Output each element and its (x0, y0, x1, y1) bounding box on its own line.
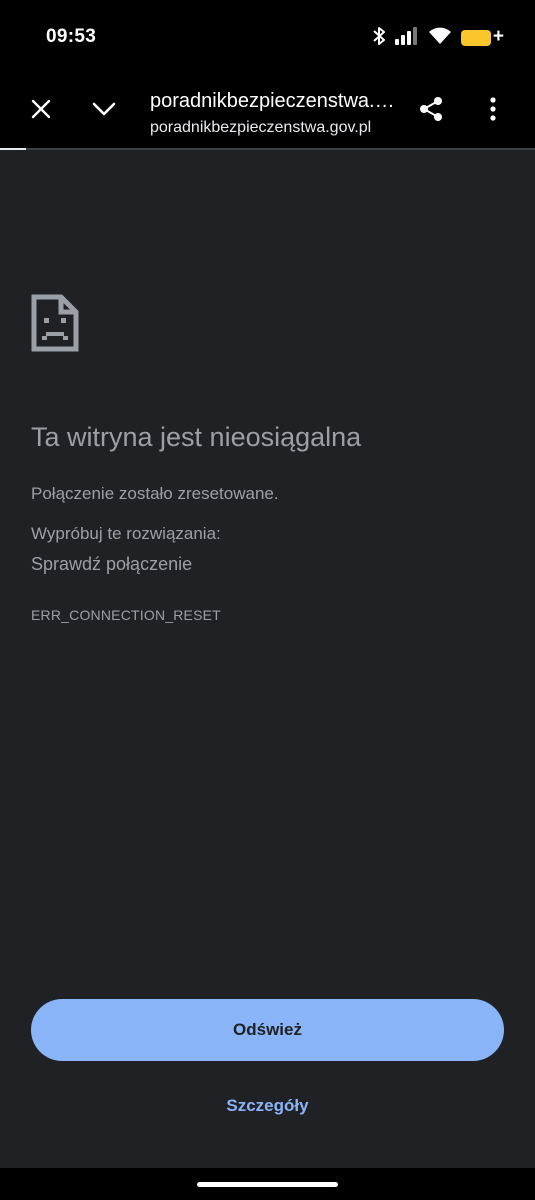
chevron-down-icon (92, 102, 116, 121)
share-button[interactable] (409, 89, 453, 133)
battery-icon: + (461, 26, 504, 47)
page-domain: poradnikbezpieczenstwa.gov.pl (150, 119, 372, 136)
progress-indicator (0, 148, 26, 150)
close-tab-button[interactable] (19, 89, 63, 133)
url-block[interactable]: poradnikbezpieczenstwa.gov.pl poradnikbe… (150, 89, 398, 139)
error-code: ERR_CONNECTION_RESET (31, 607, 221, 623)
bluetooth-icon (372, 26, 386, 51)
reload-button[interactable]: Odśwież (31, 999, 504, 1061)
close-icon (31, 99, 51, 124)
error-try-label: Wypróbuj te rozwiązania: (31, 524, 221, 543)
broken-page-icon (31, 294, 79, 352)
error-suggestion: Sprawdź połączenie (31, 554, 193, 574)
page-title: poradnikbezpieczenstwa.gov.pl (150, 90, 398, 112)
signal-icon (395, 26, 419, 50)
error-message: Połączenie zostało zresetowane. (31, 484, 279, 503)
status-time: 09:53 (46, 26, 97, 47)
error-title: Ta witryna jest nieosiągalna (31, 422, 362, 452)
status-icons: + (372, 25, 504, 51)
more-vert-icon (490, 96, 496, 126)
details-link[interactable]: Szczegóły (0, 1096, 535, 1116)
more-menu-button[interactable] (471, 89, 515, 133)
status-bar: 09:53 + (0, 0, 535, 75)
system-nav-bar (0, 1168, 535, 1200)
collapse-button[interactable] (82, 89, 126, 133)
browser-toolbar: poradnikbezpieczenstwa.gov.pl poradnikbe… (0, 75, 535, 148)
wifi-icon (428, 27, 452, 50)
share-icon (418, 96, 444, 127)
toolbar-divider (0, 148, 535, 150)
home-gesture-handle[interactable] (197, 1182, 338, 1187)
battery-charging-icon: + (492, 26, 504, 47)
